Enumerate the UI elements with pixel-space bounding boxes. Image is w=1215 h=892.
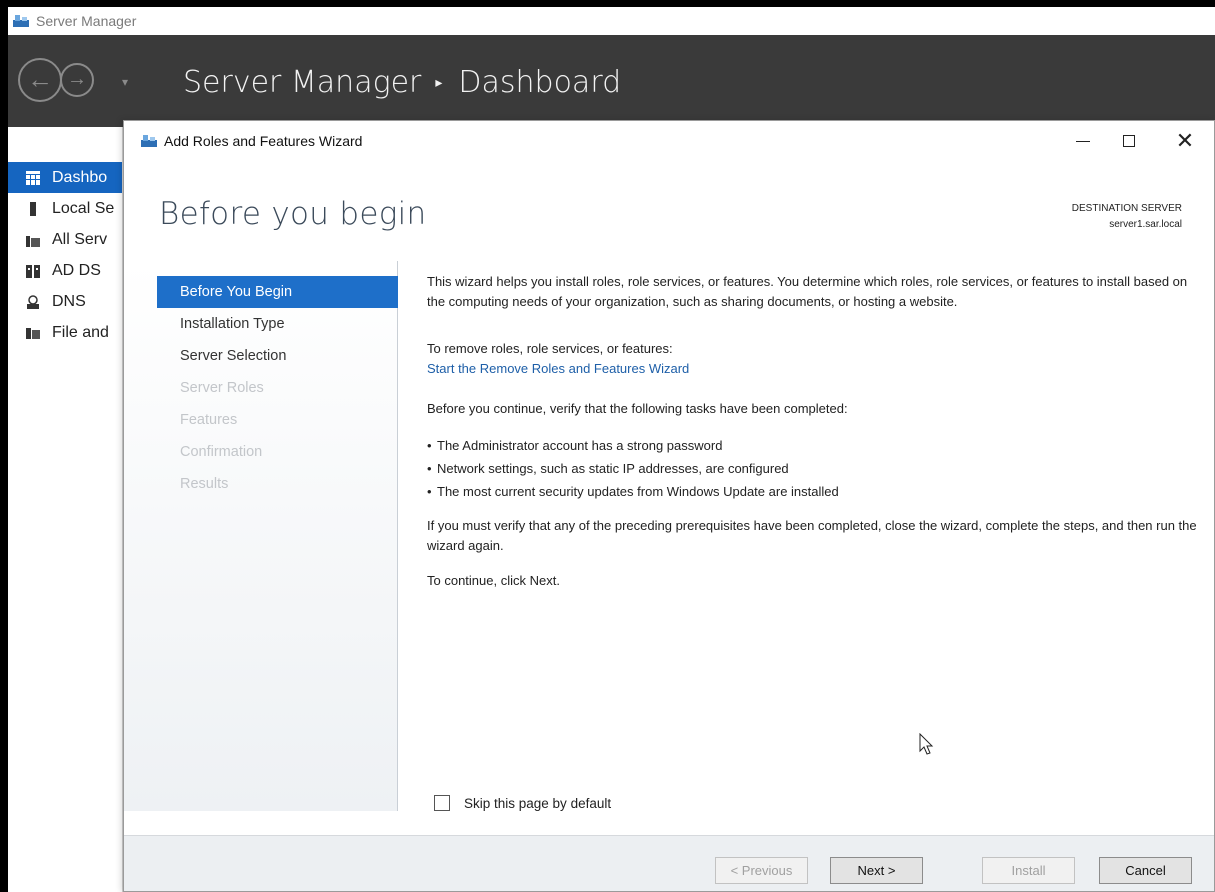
dns-icon xyxy=(26,294,40,309)
sidebar-item-dns[interactable]: DNS xyxy=(8,286,122,317)
server-manager-title: Server Manager xyxy=(36,13,137,29)
back-button[interactable]: ← xyxy=(18,58,62,102)
sidebar-item-label: Local Se xyxy=(52,199,115,217)
skip-page-option[interactable]: Skip this page by default xyxy=(434,795,611,811)
history-dropdown-icon[interactable]: ▾ xyxy=(122,75,128,89)
mouse-cursor-icon xyxy=(919,733,934,755)
step-server-selection[interactable]: Server Selection xyxy=(157,340,398,372)
sidebar-item-label: DNS xyxy=(52,292,86,310)
sidebar-item-label: File and xyxy=(52,323,109,341)
step-confirmation: Confirmation xyxy=(180,444,263,460)
sidebar-item-label: All Serv xyxy=(52,230,108,248)
minimize-button[interactable] xyxy=(1060,121,1106,161)
file-services-icon xyxy=(26,326,40,340)
close-button[interactable]: ✕ xyxy=(1162,121,1208,161)
intro-text: This wizard helps you install roles, rol… xyxy=(427,274,1188,309)
continue-text: To continue, click Next. xyxy=(427,573,560,588)
wizard-title: Add Roles and Features Wizard xyxy=(164,133,363,149)
sidebar-item-dashboard[interactable]: Dashbo xyxy=(8,162,122,193)
servers-icon xyxy=(26,233,40,247)
destination-server-label: DESTINATION SERVER xyxy=(1071,203,1182,214)
sidebar-item-label: AD DS xyxy=(52,261,101,279)
wizard-footer: < Previous Next > Install Cancel xyxy=(124,835,1214,891)
forward-button[interactable]: → xyxy=(60,63,94,97)
remove-section: To remove roles, role services, or featu… xyxy=(427,339,1197,379)
page-title: Before you begin xyxy=(159,196,427,232)
breadcrumb-separator-icon: ▸ xyxy=(435,74,443,91)
skip-page-label: Skip this page by default xyxy=(464,795,612,811)
prereq-text: If you must verify that any of the prece… xyxy=(427,518,1197,553)
sidebar-item-label: Dashbo xyxy=(52,168,108,186)
prerequisite-list: The Administrator account has a strong p… xyxy=(427,434,1197,503)
wizard-app-icon xyxy=(140,134,158,148)
minimize-icon xyxy=(1076,140,1090,142)
maximize-icon xyxy=(1123,135,1135,147)
step-server-roles: Server Roles xyxy=(180,380,264,396)
wizard-titlebar[interactable]: Add Roles and Features Wizard ✕ xyxy=(124,121,1214,161)
install-button: Install xyxy=(982,857,1075,884)
list-item: Network settings, such as static IP addr… xyxy=(427,457,1197,480)
breadcrumb-current: Dashboard xyxy=(458,65,622,100)
wizard-content: This wizard helps you install roles, rol… xyxy=(427,272,1197,606)
server-manager-window: Server Manager ← → ▾ Server Manager ▸ Da… xyxy=(8,7,1215,892)
close-icon: ✕ xyxy=(1175,128,1195,153)
add-roles-wizard-dialog: Add Roles and Features Wizard ✕ Before y… xyxy=(123,120,1215,892)
sidebar-item-ad-ds[interactable]: AD DS xyxy=(8,255,122,286)
skip-page-checkbox[interactable] xyxy=(434,795,450,811)
breadcrumb-root: Server Manager xyxy=(183,65,422,100)
step-before-you-begin[interactable]: Before You Begin xyxy=(157,276,398,308)
ad-ds-icon xyxy=(26,264,40,278)
server-manager-header: ← → ▾ Server Manager ▸ Dashboard xyxy=(8,35,1215,127)
server-manager-titlebar: Server Manager xyxy=(8,7,1215,35)
breadcrumb: Server Manager ▸ Dashboard xyxy=(183,65,621,100)
previous-button: < Previous xyxy=(715,857,808,884)
sidebar-item-local-server[interactable]: Local Se xyxy=(8,193,122,224)
wizard-steps-panel: Before You Begin Installation Type Serve… xyxy=(124,261,398,811)
list-item: The Administrator account has a strong p… xyxy=(427,434,1197,457)
destination-server: DESTINATION SERVER server1.sar.local xyxy=(1072,201,1182,233)
remove-text: To remove roles, role services, or featu… xyxy=(427,341,673,356)
remove-roles-link[interactable]: Start the Remove Roles and Features Wiza… xyxy=(427,359,1197,379)
destination-server-name: server1.sar.local xyxy=(1109,219,1182,230)
server-manager-sidebar: Dashbo Local Se All Serv AD DS DNS File … xyxy=(8,127,123,892)
step-results: Results xyxy=(180,476,229,492)
server-manager-icon xyxy=(12,14,30,28)
verify-text: Before you continue, verify that the fol… xyxy=(427,401,848,416)
list-item: The most current security updates from W… xyxy=(427,480,1197,503)
next-button[interactable]: Next > xyxy=(830,857,923,884)
cancel-button[interactable]: Cancel xyxy=(1099,857,1192,884)
sidebar-item-all-servers[interactable]: All Serv xyxy=(8,224,122,255)
maximize-button[interactable] xyxy=(1106,121,1152,161)
sidebar-item-file-services[interactable]: File and xyxy=(8,317,122,348)
server-icon xyxy=(26,201,40,216)
step-features: Features xyxy=(180,412,238,428)
dashboard-icon xyxy=(26,170,40,185)
step-installation-type[interactable]: Installation Type xyxy=(157,308,398,340)
